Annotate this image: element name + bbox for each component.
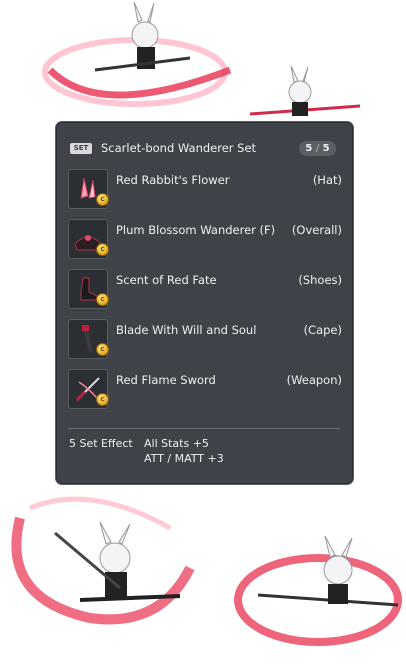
character-art-top-left <box>42 1 232 107</box>
set-item-row: c Blade With Will and Soul (Cape) <box>68 319 342 359</box>
cape-blade-icon: c <box>68 319 109 359</box>
set-item-row: c Plum Blossom Wanderer (F) (Overall) <box>68 219 342 259</box>
coin-icon: c <box>96 193 109 206</box>
sword-icon: c <box>68 369 109 409</box>
item-slot: (Weapon) <box>286 373 342 387</box>
divider <box>68 428 340 429</box>
set-effect-stat: ATT / MATT +3 <box>144 452 224 465</box>
item-name: Blade With Will and Soul <box>116 323 257 337</box>
item-name: Scent of Red Fate <box>116 273 217 287</box>
set-title: Scarlet-bond Wanderer Set <box>101 141 257 155</box>
item-slot: (Hat) <box>312 173 342 187</box>
item-name: Red Flame Sword <box>116 373 216 387</box>
rabbit-flower-icon: c <box>68 169 109 209</box>
coin-icon: c <box>96 243 109 256</box>
set-count-badge: 5 / 5 <box>299 141 336 156</box>
set-effect-stat: All Stats +5 <box>144 437 209 450</box>
set-count-total: 5 <box>322 143 330 154</box>
coin-icon: c <box>96 343 109 356</box>
coin-icon: c <box>96 393 109 406</box>
shoes-icon: c <box>68 269 109 309</box>
set-item-row: c Red Rabbit's Flower (Hat) <box>68 169 342 209</box>
set-item-row: c Scent of Red Fate (Shoes) <box>68 269 342 309</box>
coin-icon: c <box>96 293 109 306</box>
character-art-bottom-right <box>234 535 402 646</box>
set-effect-label: 5 Set Effect <box>69 437 133 450</box>
item-name: Plum Blossom Wanderer (F) <box>116 223 276 237</box>
set-badge: SET <box>70 143 92 154</box>
item-name: Red Rabbit's Flower <box>116 173 230 187</box>
set-count-current: 5 <box>305 143 313 154</box>
item-slot: (Shoes) <box>298 273 342 287</box>
set-item-row: c Red Flame Sword (Weapon) <box>68 369 342 409</box>
set-tooltip: SET Scarlet-bond Wanderer Set 5 / 5 c Re… <box>55 121 354 485</box>
item-slot: (Overall) <box>291 223 342 237</box>
character-art-bottom-left <box>11 496 195 625</box>
overall-icon: c <box>68 219 109 259</box>
character-art-top-right <box>250 65 360 116</box>
set-count-separator: / <box>315 143 320 154</box>
item-slot: (Cape) <box>303 323 342 337</box>
